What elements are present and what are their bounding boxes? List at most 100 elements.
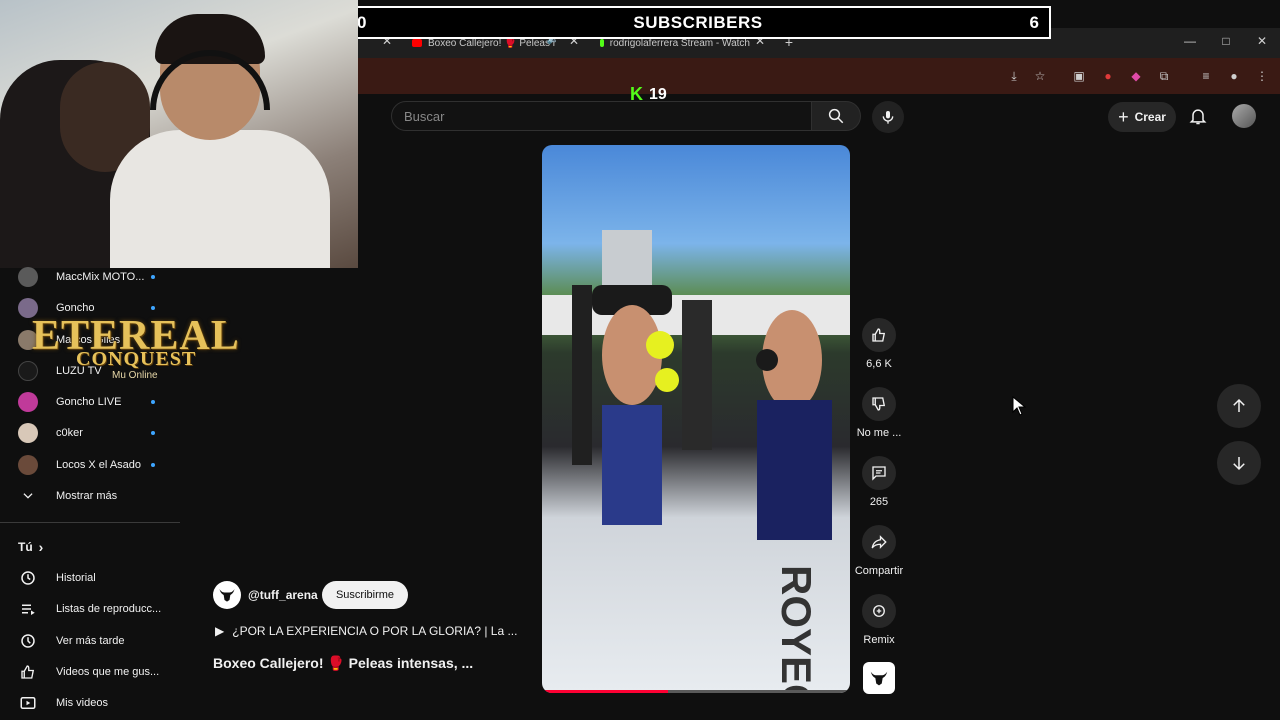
channel-avatar <box>18 267 38 287</box>
tab-label: rodrigolaferrera Stream - Watch <box>609 37 750 49</box>
microphone-icon <box>882 111 894 124</box>
arrow-down-icon <box>1233 457 1245 471</box>
chevron-right-icon: › <box>38 539 44 555</box>
sidebar-item-label: c0ker <box>56 427 83 439</box>
mouse-cursor-icon <box>1012 396 1026 416</box>
sidebar-item-playlists[interactable]: Listas de reproducc... <box>18 598 161 620</box>
next-short-button[interactable] <box>1217 441 1261 485</box>
notifications-button[interactable] <box>1188 106 1208 126</box>
playlist-icon <box>18 599 38 619</box>
sidebar-item-subscription[interactable]: Goncho LIVE <box>18 391 121 413</box>
sidebar-item-subscription[interactable]: Locos X el Asado <box>18 454 141 476</box>
new-content-dot <box>151 275 155 279</box>
sidebar-item-my-videos[interactable]: Mis videos <box>18 692 108 714</box>
short-video-player[interactable]: ROYEC <box>542 145 850 693</box>
new-content-dot <box>151 400 155 404</box>
remix-button[interactable] <box>862 594 896 628</box>
clock-icon <box>18 631 38 651</box>
comment-count: 265 <box>869 496 889 508</box>
install-icon[interactable]: ⤓ <box>1006 68 1022 84</box>
chevron-down-icon <box>18 486 38 506</box>
minimize-button[interactable]: — <box>1180 34 1200 48</box>
etereal-conquest-logo: ETEREAL CONQUEST Mu Online <box>32 313 240 381</box>
puzzle-icon[interactable]: ⧉ <box>1156 68 1172 84</box>
media-control-icon[interactable]: ≡ <box>1198 68 1214 84</box>
sidebar-divider <box>0 522 180 523</box>
like-icon <box>18 662 38 682</box>
sidebar-item-label: MaccMix MOTO... <box>56 271 145 283</box>
video-progress-fill <box>542 690 669 693</box>
menu-kebab-icon[interactable]: ⋮ <box>1254 68 1270 84</box>
close-window-button[interactable]: ✕ <box>1252 34 1272 48</box>
previous-short-button[interactable] <box>1217 384 1261 428</box>
show-more-label: Mostrar más <box>56 490 118 502</box>
extension-icon[interactable]: ● <box>1100 68 1116 84</box>
show-more-button[interactable]: Mostrar más <box>18 485 117 507</box>
dislike-action[interactable]: No me ... <box>850 387 908 439</box>
new-content-dot <box>151 463 155 467</box>
like-action[interactable]: 6,6 K <box>850 318 908 370</box>
share-action[interactable]: Compartir <box>850 525 908 577</box>
search-button[interactable] <box>811 101 861 131</box>
subscribe-button[interactable]: Suscribirme <box>322 581 408 609</box>
channel-handle[interactable]: @tuff_arena <box>248 588 318 602</box>
bull-logo-icon <box>219 589 235 602</box>
dislike-label: No me ... <box>856 427 902 439</box>
account-avatar[interactable] <box>1232 104 1256 128</box>
sidebar-item-label: Locos X el Asado <box>56 459 142 471</box>
remix-icon <box>873 605 885 617</box>
webcam-overlay <box>0 0 358 268</box>
sidebar-item-watch-later[interactable]: Ver más tarde <box>18 630 124 652</box>
playlist-link[interactable]: ▶ ¿POR LA EXPERIENCIA O POR LA GLORIA? |… <box>215 624 517 638</box>
channel-avatar <box>18 392 38 412</box>
play-icon: ▶ <box>215 624 225 638</box>
new-content-dot <box>151 306 155 310</box>
remix-label: Remix <box>863 634 895 646</box>
channel-avatar <box>18 423 38 443</box>
dislike-button[interactable] <box>862 387 896 421</box>
sidebar-item-label: Mis videos <box>56 697 108 709</box>
channel-thumbnail[interactable] <box>863 662 895 694</box>
history-icon <box>18 568 38 588</box>
thumbs-up-icon <box>872 328 886 342</box>
video-frame: ROYEC <box>542 230 850 693</box>
create-label: Crear <box>1134 110 1166 124</box>
sidebar-item-label: Historial <box>56 572 96 584</box>
share-label: Compartir <box>854 565 904 577</box>
like-count: 6,6 K <box>866 358 892 370</box>
channel-avatar[interactable] <box>213 581 241 609</box>
maximize-button[interactable]: □ <box>1216 34 1236 48</box>
comments-action[interactable]: 265 <box>850 456 908 508</box>
extension-icon[interactable]: ◆ <box>1128 68 1144 84</box>
subscribers-goal-bar: 0 SUBSCRIBERS 6 <box>345 6 1051 39</box>
share-icon <box>871 535 887 549</box>
sidebar-item-history[interactable]: Historial <box>18 567 96 589</box>
sidebar-item-label: Ver más tarde <box>56 635 125 647</box>
sidebar-item-label: Listas de reproducc... <box>56 603 162 615</box>
subscribers-start-count: 0 <box>357 12 367 32</box>
tab-label: Boxeo Callejero! 🥊 Peleas i <box>428 37 555 49</box>
you-section-header[interactable]: Tú › <box>18 536 43 558</box>
extension-icon[interactable]: ▣ <box>1071 68 1087 84</box>
svg-text:ROYEC: ROYEC <box>773 565 820 693</box>
video-icon <box>18 693 38 713</box>
bull-logo-icon <box>870 671 888 686</box>
profile-icon[interactable]: ● <box>1226 68 1242 84</box>
video-title[interactable]: Boxeo Callejero! 🥊 Peleas intensas, ... <box>213 655 473 672</box>
sidebar-item-liked-videos[interactable]: Videos que me gus... <box>18 661 159 683</box>
subscribers-title: SUBSCRIBERS <box>633 12 763 32</box>
youtube-favicon-icon <box>412 39 422 47</box>
comments-button[interactable] <box>862 456 896 490</box>
search-input[interactable]: Buscar <box>391 101 812 131</box>
sidebar-item-subscription[interactable]: c0ker <box>18 422 83 444</box>
video-progress-bar[interactable] <box>542 690 850 693</box>
create-button[interactable]: + Crear <box>1108 102 1176 132</box>
voice-search-button[interactable] <box>872 101 904 133</box>
sidebar-item-label: Goncho LIVE <box>56 396 122 408</box>
playlist-text: ¿POR LA EXPERIENCIA O POR LA GLORIA? | L… <box>232 624 518 638</box>
like-button[interactable] <box>862 318 896 352</box>
share-button[interactable] <box>862 525 896 559</box>
bookmark-star-icon[interactable]: ☆ <box>1032 68 1048 84</box>
sidebar-item-subscription[interactable]: MaccMix MOTO... <box>18 266 144 288</box>
remix-action[interactable]: Remix <box>850 594 908 646</box>
